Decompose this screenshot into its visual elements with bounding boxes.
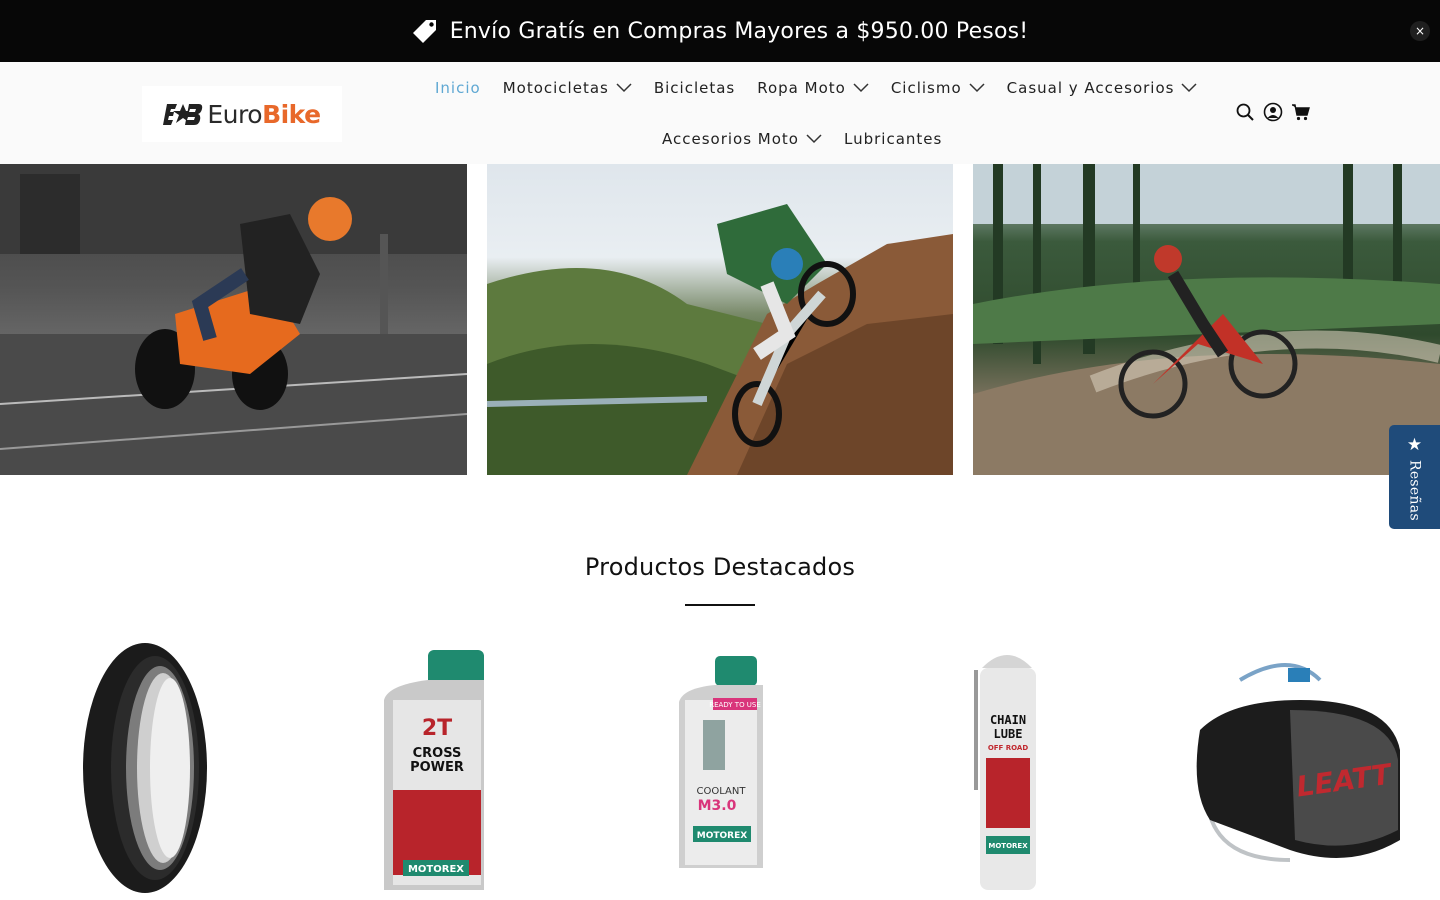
nav-item-inicio[interactable]: Inicio — [435, 77, 481, 99]
site-header: Euro Bike Inicio Motocicletas Bicicletas … — [0, 62, 1440, 164]
account-icon[interactable] — [1263, 102, 1283, 122]
svg-text:CHAIN: CHAIN — [990, 713, 1026, 727]
announcement-text: Envío Gratís en Compras Mayores a $950.0… — [449, 18, 1029, 44]
coolant-bottle-image: READY TO USE COOLANT M3.0 MOTOREX — [679, 656, 763, 868]
svg-text:MOTOREX: MOTOREX — [988, 842, 1028, 850]
search-icon[interactable] — [1235, 102, 1255, 122]
nav-item-casual-accesorios[interactable]: Casual y Accesorios — [1007, 77, 1198, 99]
svg-text:COOLANT: COOLANT — [697, 786, 747, 797]
svg-text:MOTOREX: MOTOREX — [697, 831, 747, 841]
reviews-tab-label: Reseñas — [1406, 460, 1423, 521]
logo-mark-icon — [163, 101, 203, 127]
svg-text:READY TO USE: READY TO USE — [709, 701, 761, 709]
chevron-down-icon — [806, 134, 822, 144]
svg-text:CROSS: CROSS — [413, 746, 462, 761]
tag-icon — [412, 18, 438, 44]
svg-text:MOTOREX: MOTOREX — [408, 864, 464, 875]
svg-text:2T: 2T — [422, 716, 452, 741]
eurobike-logo[interactable]: Euro Bike — [142, 86, 342, 142]
mountain-bike-image — [973, 164, 1440, 475]
motorcycle-image — [0, 164, 467, 475]
nav-item-ropa-moto[interactable]: Ropa Moto — [757, 77, 869, 99]
nav-item-motocicletas[interactable]: Motocicletas — [503, 77, 632, 99]
chevron-down-icon — [853, 83, 869, 93]
svg-text:LUBE: LUBE — [994, 727, 1023, 741]
logo-text-bike: Bike — [262, 99, 321, 129]
main-nav-row-2: Accesorios Moto Lubricantes — [662, 128, 964, 150]
spray-can-image: CHAIN LUBE OFF ROAD MOTOREX — [974, 655, 1036, 890]
oil-bottle-image: 2T CROSS POWER MOTOREX — [384, 650, 484, 890]
chevron-down-icon — [1181, 83, 1197, 93]
banner-mountain-bike[interactable] — [973, 164, 1440, 475]
tire-image — [83, 643, 207, 893]
product-card-tire[interactable] — [20, 640, 270, 900]
header-icons — [1235, 102, 1319, 122]
logo-text-euro: Euro — [207, 99, 263, 129]
svg-text:OFF ROAD: OFF ROAD — [988, 744, 1029, 752]
product-card-hydration-bag[interactable]: LEATT — [1170, 640, 1420, 900]
nav-item-lubricantes[interactable]: Lubricantes — [844, 128, 942, 150]
nav-item-accesorios-moto[interactable]: Accesorios Moto — [662, 128, 822, 150]
enduro-image — [487, 204, 953, 475]
banner-enduro[interactable] — [487, 164, 953, 475]
title-divider — [685, 604, 755, 606]
chevron-down-icon — [969, 83, 985, 93]
product-card-chain-lube[interactable]: CHAIN LUBE OFF ROAD MOTOREX — [882, 640, 1132, 900]
banner-motorcycles[interactable] — [0, 164, 467, 475]
cart-icon[interactable] — [1291, 102, 1311, 122]
svg-text:M3.0: M3.0 — [698, 798, 737, 814]
announcement-bar: Envío Gratís en Compras Mayores a $950.0… — [0, 0, 1440, 62]
svg-text:POWER: POWER — [410, 760, 464, 775]
nav-item-ciclismo[interactable]: Ciclismo — [891, 77, 985, 99]
chevron-down-icon — [616, 83, 632, 93]
hydration-bag-image: LEATT — [1196, 663, 1400, 862]
reviews-tab[interactable]: ★ Reseñas — [1389, 425, 1440, 529]
close-announcement-button[interactable]: × — [1410, 21, 1430, 41]
product-card-coolant[interactable]: READY TO USE COOLANT M3.0 MOTOREX — [595, 640, 845, 900]
main-nav-row-1: Inicio Motocicletas Bicicletas Ropa Moto… — [435, 77, 1219, 99]
product-card-oil-2t[interactable]: 2T CROSS POWER MOTOREX — [308, 640, 558, 900]
featured-products-title: Productos Destacados — [584, 553, 856, 581]
star-icon: ★ — [1406, 435, 1423, 455]
nav-item-bicicletas[interactable]: Bicicletas — [654, 77, 735, 99]
